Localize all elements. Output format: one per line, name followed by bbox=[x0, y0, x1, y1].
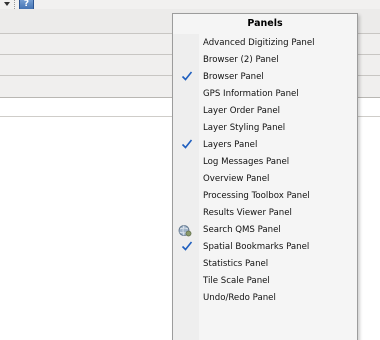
menu-item-spatial-bookmarks-panel[interactable]: Spatial Bookmarks Panel bbox=[173, 239, 357, 256]
dropdown-arrow-icon[interactable] bbox=[4, 2, 10, 6]
menu-item-label: Layers Panel bbox=[203, 140, 258, 150]
menu-title: Panels bbox=[247, 18, 283, 29]
menu-item-processing-toolbox-panel[interactable]: Processing Toolbox Panel bbox=[173, 188, 357, 205]
menu-item-label: Search QMS Panel bbox=[203, 225, 281, 235]
menu-item-tile-scale-panel[interactable]: Tile Scale Panel bbox=[173, 273, 357, 290]
menu-item-label: Statistics Panel bbox=[203, 259, 269, 269]
menu-item-browser-panel[interactable]: Browser Panel bbox=[173, 69, 357, 86]
panels-context-menu: Panels Advanced Digitizing Panel Browser … bbox=[172, 13, 358, 340]
menu-item-label: Spatial Bookmarks Panel bbox=[203, 242, 310, 252]
checkmark-icon bbox=[180, 138, 194, 152]
menu-item-layer-styling-panel[interactable]: Layer Styling Panel bbox=[173, 120, 357, 137]
menu-item-label: Advanced Digitizing Panel bbox=[203, 38, 315, 48]
menu-item-label: Overview Panel bbox=[203, 174, 270, 184]
menu-item-statistics-panel[interactable]: Statistics Panel bbox=[173, 256, 357, 273]
menu-item-layer-order-panel[interactable]: Layer Order Panel bbox=[173, 103, 357, 120]
menu-item-label: Layer Order Panel bbox=[203, 106, 281, 116]
menu-item-undo-redo-panel[interactable]: Undo/Redo Panel bbox=[173, 290, 357, 307]
menu-item-label: Browser Panel bbox=[203, 72, 264, 82]
menu-item-browser-2-panel[interactable]: Browser (2) Panel bbox=[173, 52, 357, 69]
menu-item-label: Results Viewer Panel bbox=[203, 208, 292, 218]
menu-item-search-qms-panel[interactable]: Search QMS Panel bbox=[173, 222, 357, 239]
checkmark-icon bbox=[180, 240, 194, 254]
menu-item-advanced-digitizing-panel[interactable]: Advanced Digitizing Panel bbox=[173, 35, 357, 52]
menu-item-results-viewer-panel[interactable]: Results Viewer Panel bbox=[173, 205, 357, 222]
menu-item-gps-information-panel[interactable]: GPS Information Panel bbox=[173, 86, 357, 103]
qms-globe-icon bbox=[178, 223, 193, 237]
menu-item-label: Tile Scale Panel bbox=[203, 276, 270, 286]
menu-item-layers-panel[interactable]: Layers Panel bbox=[173, 137, 357, 154]
menu-item-label: Layer Styling Panel bbox=[203, 123, 286, 133]
menu-item-overview-panel[interactable]: Overview Panel bbox=[173, 171, 357, 188]
menu-item-label: Browser (2) Panel bbox=[203, 55, 279, 65]
toolbar-separator bbox=[14, 0, 17, 9]
checkmark-icon bbox=[180, 70, 194, 84]
menu-item-label: Log Messages Panel bbox=[203, 157, 290, 167]
qgis-window: ? Panels Advanced Digitizing Panel Browse… bbox=[0, 0, 380, 340]
menu-item-label: Processing Toolbox Panel bbox=[203, 191, 310, 201]
menu-item-log-messages-panel[interactable]: Log Messages Panel bbox=[173, 154, 357, 171]
menu-item-label: GPS Information Panel bbox=[203, 89, 299, 99]
menu-item-label: Undo/Redo Panel bbox=[203, 293, 276, 303]
